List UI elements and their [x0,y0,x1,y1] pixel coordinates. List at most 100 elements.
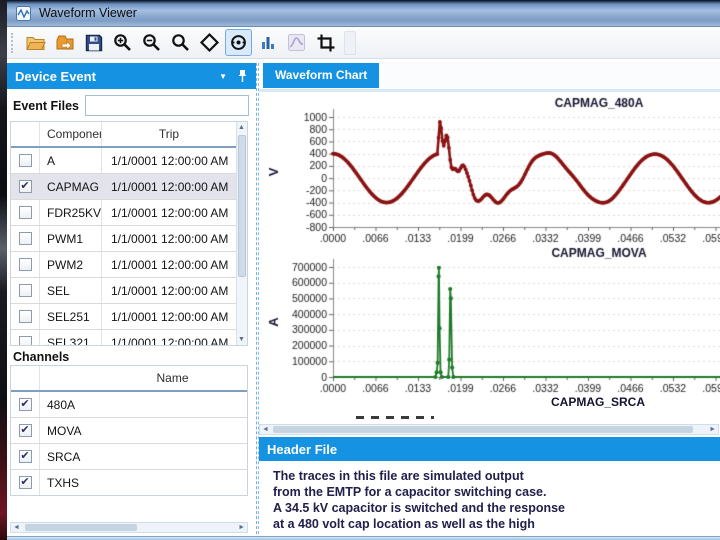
row-checkbox[interactable] [19,154,32,167]
row-checkbox[interactable]: ✔ [19,180,32,193]
row-checkbox[interactable] [19,206,32,219]
header-file-titlebar[interactable]: Header File [259,437,720,461]
tab-underline [259,89,720,92]
left-panel-horizontal-scrollbar[interactable]: ◄ ► [10,522,248,533]
scroll-thumb[interactable] [238,135,246,277]
chart-capmag-480a[interactable] [259,93,720,248]
magnifier-plus-glyph [112,32,133,53]
row-checkbox[interactable] [19,284,32,297]
zoom-in-icon[interactable] [109,29,136,56]
toolbar-overflow-button[interactable] [344,31,356,55]
row-checkbox[interactable] [19,310,32,323]
trip-cell: 1/1/0001 12:00:00 AM [101,304,236,329]
header-file-title: Header File [267,442,337,457]
save-icon[interactable] [80,29,107,56]
row-checkbox[interactable] [19,258,32,271]
chart-preview-icon[interactable] [283,29,310,56]
scroll-left-icon[interactable]: ◄ [262,426,269,433]
chart-horizontal-scrollbar[interactable]: ◄ ► [259,424,719,435]
waveform-chart-panel: Waveform Chart CAPMAG_SRCA ◄ ► Header Fi… [258,63,720,534]
scroll-down-icon[interactable]: ▼ [238,336,245,343]
trip-cell: 1/1/0001 12:00:00 AM [101,252,236,277]
components-table: Component Trip A1/1/0001 12:00:00 AM✔CAP… [10,121,248,346]
trip-cell: 1/1/0001 12:00:00 AM [101,200,236,225]
main-area: Device Event ▼ Event Files Component Tri… [7,61,720,536]
trip-cell: 1/1/0001 12:00:00 AM [101,174,236,199]
table-row[interactable]: A1/1/0001 12:00:00 AM [11,148,247,174]
scroll-left-icon[interactable]: ◄ [13,524,20,531]
component-cell: PWM2 [39,252,101,277]
channels-table-header[interactable]: Name [11,366,247,392]
row-checkbox[interactable]: ✔ [19,450,32,463]
header-file-section: Header File The traces in this file are … [259,437,720,534]
channel-name-cell: TXHS [39,470,247,495]
channels-rows: ✔480A✔MOVA✔SRCA✔TXHS [11,392,247,496]
channel-name-cell: MOVA [39,418,247,443]
component-cell: SEL321 [39,330,101,346]
column-header-name[interactable]: Name [39,366,247,390]
pin-icon[interactable] [237,69,248,83]
tab-waveform-chart[interactable]: Waveform Chart [263,63,379,88]
table-row[interactable]: PWM11/1/0001 12:00:00 AM [11,226,247,252]
component-cell: A [39,148,101,173]
toolbar-grip[interactable] [11,33,15,53]
event-files-input[interactable] [85,95,249,116]
crop-icon[interactable] [312,29,339,56]
row-checkbox[interactable] [19,232,32,245]
table-row[interactable]: PWM21/1/0001 12:00:00 AM [11,252,247,278]
channels-label: Channels [13,350,69,364]
table-row[interactable]: ✔SRCA [11,444,247,470]
open-event-icon[interactable] [51,29,78,56]
components-table-header[interactable]: Component Trip [11,122,247,148]
table-row[interactable]: FDR25KV1/1/0001 12:00:00 AM [11,200,247,226]
table-row[interactable]: ✔ MOVA [11,418,247,444]
table-row[interactable]: SEL1/1/0001 12:00:00 AM [11,278,247,304]
chart-preview-glyph [286,32,307,53]
component-cell: SEL251 [39,304,101,329]
chart-capmag-mova[interactable] [259,243,720,398]
header-file-line: at a 480 volt cap location as well as th… [273,516,720,532]
pan-center-icon[interactable] [225,29,252,56]
scroll-thumb[interactable] [273,426,693,433]
table-row[interactable]: SEL2511/1/0001 12:00:00 AM [11,304,247,330]
scroll-up-icon[interactable]: ▲ [238,124,245,131]
table-row[interactable]: ✔ CAPMAG1/1/0001 12:00:00 AM [11,174,247,200]
device-event-header[interactable]: Device Event ▼ [7,63,256,89]
header-file-line: from the EMTP for a capacitor switching … [273,484,720,500]
folder-import-glyph [54,32,75,53]
bar-chart-icon[interactable] [254,29,281,56]
window-bottom-border [7,536,720,540]
row-checkbox[interactable]: ✔ [19,424,32,437]
desktop-background-strip [0,0,7,540]
component-cell: CAPMAG [39,174,101,199]
zoom-icon[interactable] [167,29,194,56]
scroll-thumb[interactable] [25,524,137,531]
fit-diamond-icon[interactable] [196,29,223,56]
header-file-line: The traces in this file are simulated ou… [273,468,720,484]
table-row[interactable]: SEL3211/1/0001 12:00:00 AM [11,330,247,346]
magnifier-glyph [170,32,191,53]
component-cell: PWM1 [39,226,101,251]
app-icon [16,6,31,21]
components-rows: A1/1/0001 12:00:00 AM✔CAPMAG1/1/0001 12:… [11,148,247,346]
chevron-down-icon[interactable]: ▼ [219,72,227,81]
circle-dot-glyph [228,32,249,53]
scroll-right-icon[interactable]: ► [238,524,245,531]
row-checkbox[interactable]: ✔ [19,398,32,411]
zoom-out-icon[interactable] [138,29,165,56]
column-header-component[interactable]: Component [39,122,101,146]
table-row[interactable]: ✔480A [11,392,247,418]
scroll-right-icon[interactable]: ► [709,426,716,433]
row-checkbox[interactable] [19,336,32,346]
table-row[interactable]: ✔ TXHS [11,470,247,496]
header-file-line: A 34.5 kV capacitor is switched and the … [273,500,720,516]
title-bar[interactable]: Waveform Viewer [7,0,720,27]
chart-capmag-srca-title: CAPMAG_SRCA [259,395,720,409]
row-checkbox[interactable]: ✔ [19,476,32,489]
waveform-viewer-window: Waveform Viewer [0,0,720,540]
open-file-icon[interactable] [22,29,49,56]
event-files-label: Event Files [13,99,79,113]
column-header-trip[interactable]: Trip [101,122,236,146]
component-cell: FDR25KV [39,200,101,225]
components-vertical-scrollbar[interactable]: ▲ ▼ [236,122,247,345]
